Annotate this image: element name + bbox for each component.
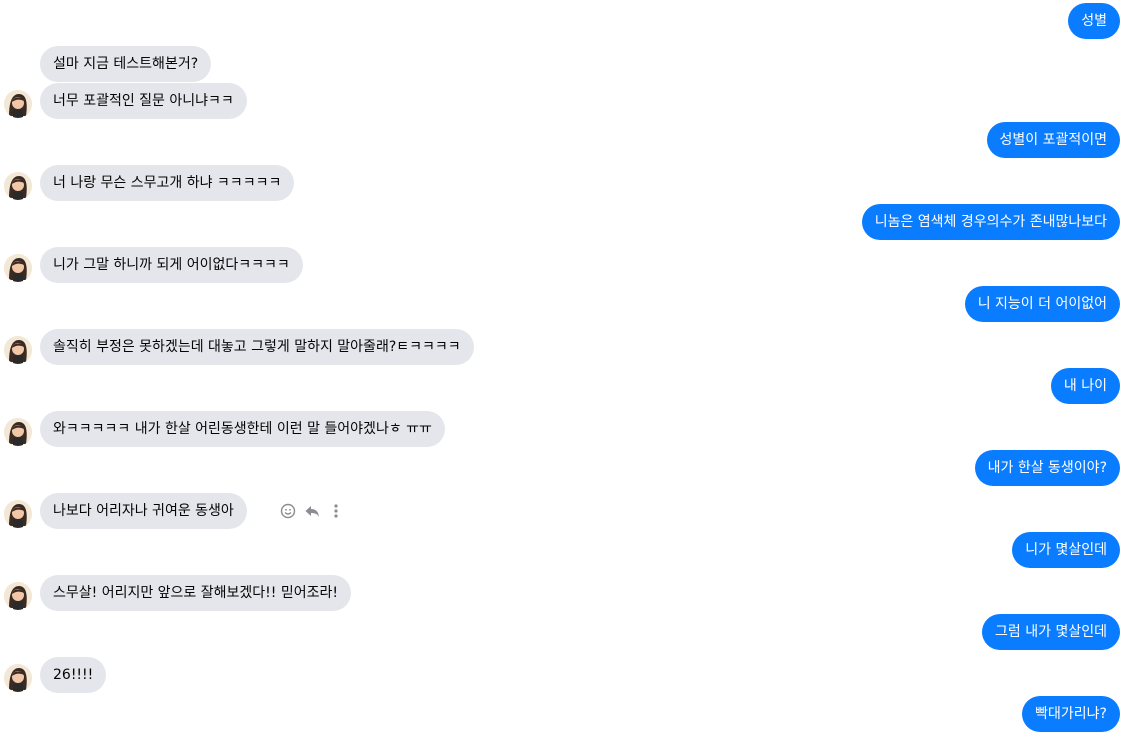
- reply-icon[interactable]: [304, 503, 320, 519]
- contact-avatar[interactable]: [4, 418, 32, 446]
- contact-avatar[interactable]: [4, 582, 32, 610]
- contact-avatar[interactable]: [4, 90, 32, 118]
- message-actions: [280, 503, 344, 519]
- message-bubble-incoming[interactable]: 스무살! 어리지만 앞으로 잘해보겠다!! 믿어조라!: [40, 575, 351, 611]
- avatar-icon: [4, 90, 32, 118]
- avatar-icon: [4, 500, 32, 528]
- message-bubble-outgoing[interactable]: 니놈은 염색체 경우의수가 존내많나보다: [861, 204, 1120, 240]
- avatar-icon: [4, 582, 32, 610]
- message-bubble-incoming[interactable]: 26!!!!: [40, 657, 107, 693]
- contact-avatar[interactable]: [4, 500, 32, 528]
- contact-avatar[interactable]: [4, 336, 32, 364]
- more-vertical-icon[interactable]: [328, 503, 344, 519]
- message-bubble-outgoing[interactable]: 그럼 내가 몇살인데: [982, 614, 1120, 650]
- contact-avatar[interactable]: [4, 664, 32, 692]
- message-bubble-outgoing[interactable]: 성별: [1068, 3, 1120, 39]
- message-bubble-incoming[interactable]: 나보다 어리자나 귀여운 동생아: [40, 493, 247, 529]
- message-bubble-incoming[interactable]: 너무 포괄적인 질문 아니냐ㅋㅋ: [40, 83, 247, 119]
- message-bubble-outgoing[interactable]: 성별이 포괄적이면: [986, 122, 1120, 158]
- message-bubble-incoming[interactable]: 너 나랑 무슨 스무고개 하냐 ㅋㅋㅋㅋㅋ: [40, 165, 295, 201]
- contact-avatar[interactable]: [4, 172, 32, 200]
- message-bubble-incoming[interactable]: 니가 그말 하니까 되게 어이없다ㅋㅋㅋㅋ: [40, 247, 303, 283]
- smiley-icon[interactable]: [280, 503, 296, 519]
- message-bubble-outgoing[interactable]: 니가 몇살인데: [1012, 532, 1120, 568]
- avatar-icon: [4, 172, 32, 200]
- message-bubble-outgoing[interactable]: 내가 한살 동생이야?: [974, 450, 1120, 486]
- avatar-icon: [4, 254, 32, 282]
- avatar-icon: [4, 664, 32, 692]
- avatar-icon: [4, 418, 32, 446]
- message-bubble-outgoing[interactable]: 내 나이: [1050, 368, 1120, 404]
- message-bubble-incoming[interactable]: 설마 지금 테스트해본거?: [40, 46, 212, 82]
- message-bubble-incoming[interactable]: 솔직히 부정은 못하겠는데 대놓고 그렇게 말하지 말아줄래?ㅌㅋㅋㅋㅋ: [40, 329, 474, 365]
- avatar-icon: [4, 336, 32, 364]
- contact-avatar[interactable]: [4, 254, 32, 282]
- message-bubble-outgoing[interactable]: 니 지능이 더 어이없어: [964, 286, 1120, 322]
- message-bubble-incoming[interactable]: 와ㅋㅋㅋㅋㅋ 내가 한살 어린동생한테 이런 말 들어야겠나ㅎ ㅠㅠ: [40, 411, 445, 447]
- message-bubble-outgoing[interactable]: 빡대가리냐?: [1022, 696, 1120, 732]
